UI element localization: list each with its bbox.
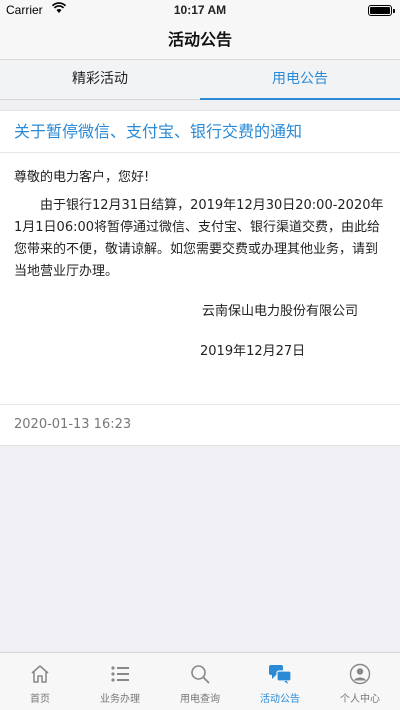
status-bar: Carrier 10:17 AM bbox=[0, 0, 400, 20]
tabbar-announcements-label: 活动公告 bbox=[260, 694, 300, 705]
tabbar-business-label: 业务办理 bbox=[100, 694, 140, 705]
segment-tabs: 精彩活动 用电公告 bbox=[0, 60, 400, 100]
notice-sign-date: 2019年12月27日 bbox=[200, 344, 306, 359]
list-icon bbox=[111, 666, 129, 682]
notice-content: 由于银行12月31日结算，2019年12月30日20:00-2020年1月1日0… bbox=[14, 198, 384, 279]
notice-signature: 云南保山电力股份有限公司 bbox=[201, 304, 358, 319]
notice-body: 尊敬的电力客户，您好! 由于银行12月31日结算，2019年12月30日20:0… bbox=[0, 153, 400, 405]
tabbar-announcements[interactable]: 活动公告 bbox=[240, 653, 320, 710]
tab-bar: 首页 业务办理 用电查询 活动公告 个人中心 bbox=[0, 652, 400, 710]
notice-card[interactable]: 关于暂停微信、支付宝、银行交费的通知 尊敬的电力客户，您好! 由于银行12月31… bbox=[0, 110, 400, 446]
tab-activities[interactable]: 精彩活动 bbox=[0, 60, 200, 99]
notice-title: 关于暂停微信、支付宝、银行交费的通知 bbox=[0, 111, 400, 153]
tabbar-profile[interactable]: 个人中心 bbox=[320, 653, 400, 710]
battery-icon bbox=[368, 5, 395, 16]
tabbar-business[interactable]: 业务办理 bbox=[80, 653, 160, 710]
tabbar-query[interactable]: 用电查询 bbox=[160, 653, 240, 710]
home-icon bbox=[31, 665, 49, 683]
page-title: 活动公告 bbox=[167, 30, 232, 49]
nav-bar: 活动公告 bbox=[0, 20, 400, 60]
tabbar-home-label: 首页 bbox=[30, 694, 50, 705]
user-icon bbox=[349, 663, 371, 685]
notice-timestamp: 2020-01-13 16:23 bbox=[14, 417, 132, 432]
notice-greeting: 尊敬的电力客户，您好! bbox=[14, 170, 150, 185]
tabbar-query-label: 用电查询 bbox=[180, 694, 220, 705]
chat-icon bbox=[269, 665, 292, 684]
search-icon bbox=[191, 665, 210, 684]
tabbar-home[interactable]: 首页 bbox=[0, 653, 80, 710]
clock: 10:17 AM bbox=[173, 3, 227, 17]
tabbar-profile-label: 个人中心 bbox=[340, 694, 380, 705]
tab-power-notices[interactable]: 用电公告 bbox=[200, 60, 400, 100]
